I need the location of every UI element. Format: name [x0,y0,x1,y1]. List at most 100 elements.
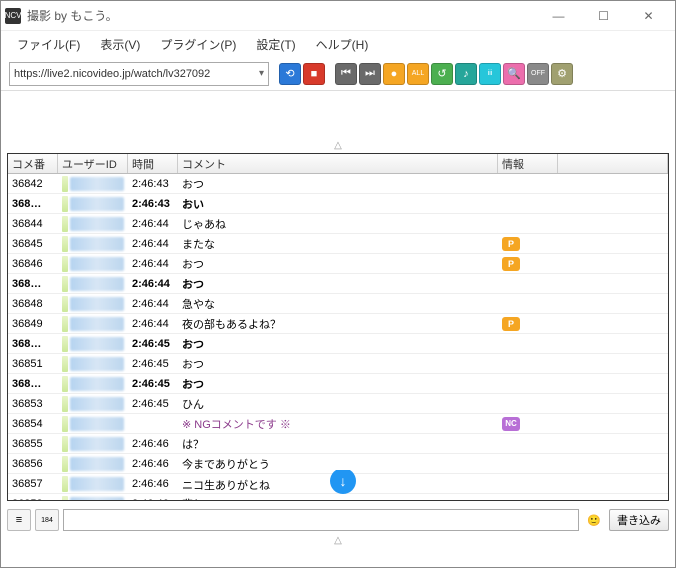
table-row[interactable]: 368572:46:46ニコ生ありがとね↓ [8,474,668,494]
cell-uid [58,315,128,333]
table-row[interactable]: 368…2:46:44おつ [8,274,668,294]
col-info[interactable]: 情報 [498,154,558,173]
col-time[interactable]: 時間 [128,154,178,173]
toolbar-teal1-button[interactable]: ♪ [455,63,477,85]
table-row[interactable]: 36854※ NGコメントです ※NC [8,414,668,434]
scroll-down-icon[interactable]: ↓ [330,470,356,494]
collapse-down-icon[interactable]: △ [1,535,675,551]
cell-no: 36848 [8,297,58,311]
app-icon: NCV [5,8,21,24]
toolbar-prev-button[interactable]: ⏮ [335,63,357,85]
submit-button[interactable]: 書き込み [609,509,669,531]
cell-uid [58,255,128,273]
cell-comment: 急やな [178,295,498,313]
cell-uid [58,235,128,253]
cell-info [498,203,558,205]
menu-help[interactable]: ヘルプ(H) [308,32,377,57]
table-row[interactable]: 368452:46:44またなP [8,234,668,254]
menu-settings[interactable]: 設定(T) [248,32,303,57]
table-row[interactable]: 368552:46:46は？ [8,434,668,454]
cell-comment: またな [178,235,498,253]
cell-info [498,343,558,345]
cell-uid [58,295,128,313]
comment-input[interactable] [63,509,579,531]
cell-no: 368… [8,377,58,391]
cell-time: 2:46:46 [128,437,178,451]
input-bar: ≡ 184 🙂 書き込み [7,505,669,535]
list-mode-button[interactable]: ≡ [7,509,31,531]
user-id-blurred [70,197,124,211]
table-row[interactable]: 368582:46:46悲しい [8,494,668,500]
minimize-button[interactable]: — [536,2,581,30]
cell-no: 36844 [8,217,58,231]
table-row[interactable]: 368…2:46:43おい [8,194,668,214]
user-id-blurred [70,437,124,451]
cell-comment: おつ [178,255,498,273]
table-row[interactable]: 368512:46:45おつ [8,354,668,374]
user-id-blurred [70,337,124,351]
cell-info [498,403,558,405]
cell-info [498,303,558,305]
table-row[interactable]: 368482:46:44急やな [8,294,668,314]
user-id-blurred [70,397,124,411]
toolbar-search-button[interactable]: 🔍 [503,63,525,85]
cell-comment: 夜の部もあるよね？ [178,315,498,333]
toolbar-disconnect-button[interactable]: ■ [303,63,325,85]
cell-extra [558,263,668,265]
table-row[interactable]: 368…2:46:45おつ [8,334,668,354]
toolbar-green1-button[interactable]: ↺ [431,63,453,85]
cell-info [498,223,558,225]
toolbar-connect-button[interactable]: ⟲ [279,63,301,85]
chevron-down-icon: ▾ [259,68,264,79]
cell-time: 2:46:43 [128,197,178,211]
cell-info [498,363,558,365]
cell-info [498,443,558,445]
anon-184-button[interactable]: 184 [35,509,59,531]
url-dropdown[interactable]: https://live2.nicovideo.jp/watch/lv32709… [9,62,269,86]
window-title: 撮影 by もこう。 [27,7,536,24]
cell-no: 36855 [8,437,58,451]
cell-uid [58,275,128,293]
cell-info: NC [498,416,558,432]
cell-uid [58,415,128,433]
table-body[interactable]: 368422:46:43おつ368…2:46:43おい368442:46:44じ… [8,174,668,500]
table-row[interactable]: 368492:46:44夜の部もあるよね？P [8,314,668,334]
table-row[interactable]: 368…2:46:45おつ [8,374,668,394]
menu-view[interactable]: 表示(V) [92,32,148,57]
cell-no: 36857 [8,477,58,491]
cell-extra [558,203,668,205]
toolbar-all-button[interactable]: ALL [407,63,429,85]
menu-file[interactable]: ファイル(F) [9,32,88,57]
emoji-icon[interactable]: 🙂 [583,509,605,531]
toolbar-teal2-button[interactable]: iii [479,63,501,85]
col-comment[interactable]: コメント [178,154,498,173]
table-row[interactable]: 368422:46:43おつ [8,174,668,194]
cell-comment: ニコ生ありがとね↓ [178,470,498,498]
cell-comment: おつ [178,335,498,353]
col-no[interactable]: コメ番 [8,154,58,173]
cell-time: 2:46:45 [128,377,178,391]
cell-time: 2:46:45 [128,337,178,351]
cell-time [128,423,178,425]
cell-uid [58,395,128,413]
titlebar: NCV 撮影 by もこう。 — ☐ ✕ [1,1,675,31]
cell-uid [58,475,128,493]
toolbar-gear-button[interactable]: ⚙ [551,63,573,85]
collapse-up-icon[interactable]: △ [334,140,342,151]
toolbar-off-button[interactable]: OFF [527,63,549,85]
close-button[interactable]: ✕ [626,2,671,30]
toolbar-next-button[interactable]: ⏭ [359,63,381,85]
maximize-button[interactable]: ☐ [581,2,626,30]
menu-plugin[interactable]: プラグイン(P) [152,32,244,57]
col-extra[interactable] [558,154,668,173]
table-row[interactable]: 368532:46:45ひん [8,394,668,414]
cell-time: 2:46:44 [128,257,178,271]
cell-no: 36858 [8,497,58,501]
cell-uid [58,355,128,373]
table-row[interactable]: 368442:46:44じゃあね [8,214,668,234]
col-uid[interactable]: ユーザーID [58,154,128,173]
toolbar-orange1-button[interactable]: ● [383,63,405,85]
user-id-blurred [70,237,124,251]
cell-extra [558,283,668,285]
table-row[interactable]: 368462:46:44おつP [8,254,668,274]
